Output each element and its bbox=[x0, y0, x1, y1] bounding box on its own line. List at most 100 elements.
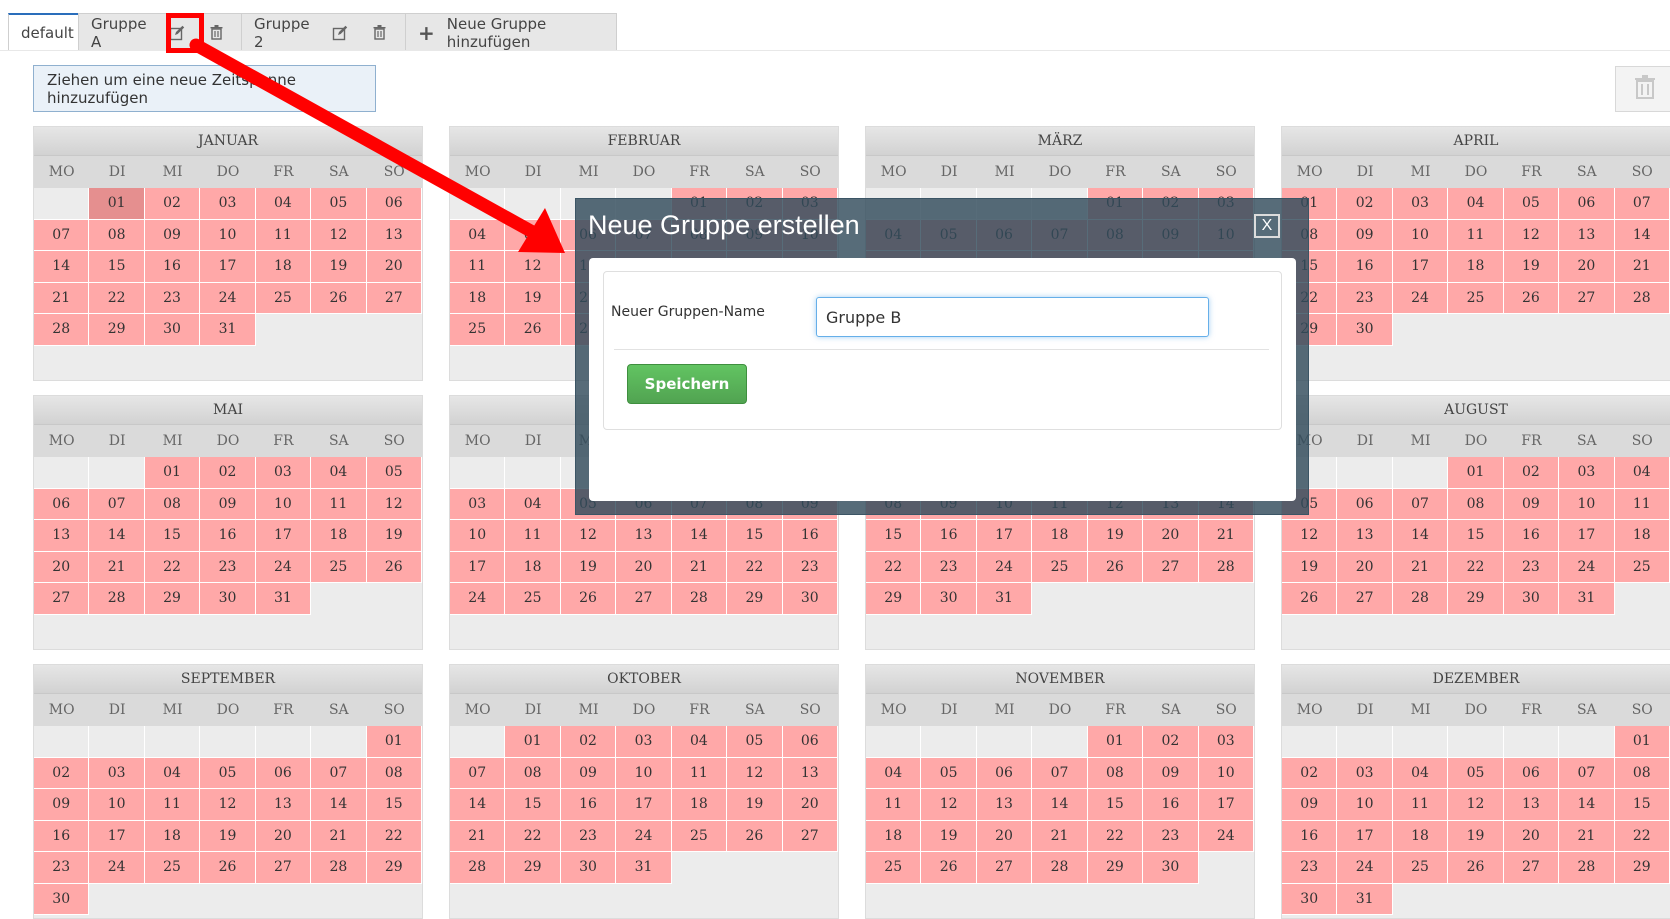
day-cell[interactable]: 15 bbox=[89, 251, 145, 283]
add-group-tab[interactable]: + Neue Gruppe hinzufügen bbox=[405, 13, 617, 51]
day-cell[interactable]: 11 bbox=[866, 789, 922, 821]
day-cell[interactable]: 20 bbox=[782, 789, 838, 821]
day-cell[interactable]: 04 bbox=[1614, 457, 1670, 489]
day-cell[interactable]: 03 bbox=[200, 188, 256, 220]
day-cell[interactable]: 08 bbox=[144, 488, 201, 520]
day-cell[interactable]: 15 bbox=[866, 520, 922, 552]
day-cell[interactable]: 15 bbox=[366, 789, 422, 821]
day-cell[interactable]: 18 bbox=[1448, 251, 1504, 283]
tab-gruppe-2[interactable]: Gruppe 2 bbox=[241, 13, 406, 51]
day-cell[interactable]: 23 bbox=[144, 282, 201, 314]
day-cell[interactable]: 20 bbox=[366, 251, 422, 283]
day-cell[interactable]: 28 bbox=[1198, 551, 1254, 583]
day-cell[interactable]: 22 bbox=[1448, 551, 1504, 583]
day-cell[interactable]: 25 bbox=[144, 852, 201, 884]
day-cell[interactable]: 22 bbox=[505, 820, 561, 852]
day-cell[interactable]: 19 bbox=[1448, 820, 1504, 852]
day-cell[interactable]: 29 bbox=[366, 852, 422, 884]
day-cell[interactable]: 25 bbox=[255, 282, 312, 314]
trash-icon[interactable] bbox=[367, 19, 393, 47]
day-cell[interactable]: 13 bbox=[255, 789, 312, 821]
day-cell[interactable]: 14 bbox=[89, 520, 145, 552]
day-cell[interactable]: 06 bbox=[1559, 188, 1615, 220]
day-cell[interactable]: 11 bbox=[311, 488, 367, 520]
day-cell[interactable]: 06 bbox=[976, 757, 1033, 789]
day-cell[interactable]: 19 bbox=[1087, 520, 1144, 552]
day-cell[interactable]: 28 bbox=[1392, 583, 1449, 615]
day-cell[interactable]: 11 bbox=[144, 789, 201, 821]
day-cell[interactable]: 04 bbox=[450, 219, 506, 251]
day-cell[interactable]: 10 bbox=[89, 789, 145, 821]
day-cell[interactable]: 25 bbox=[311, 551, 367, 583]
day-cell[interactable]: 15 bbox=[144, 520, 201, 552]
day-cell[interactable]: 26 bbox=[366, 551, 422, 583]
day-cell[interactable]: 08 bbox=[1448, 488, 1504, 520]
day-cell[interactable]: 24 bbox=[976, 551, 1033, 583]
day-cell[interactable]: 14 bbox=[1614, 219, 1670, 251]
day-cell[interactable]: 03 bbox=[450, 488, 506, 520]
day-cell[interactable]: 26 bbox=[1503, 282, 1560, 314]
day-cell[interactable]: 10 bbox=[1392, 219, 1449, 251]
day-cell[interactable]: 30 bbox=[560, 852, 617, 884]
day-cell[interactable]: 20 bbox=[1503, 820, 1560, 852]
day-cell[interactable]: 14 bbox=[34, 251, 90, 283]
day-cell[interactable]: 23 bbox=[34, 852, 90, 884]
day-cell[interactable]: 30 bbox=[200, 583, 256, 615]
day-cell[interactable]: 01 bbox=[366, 726, 422, 758]
day-cell[interactable]: 02 bbox=[1503, 457, 1560, 489]
day-cell[interactable]: 26 bbox=[921, 852, 977, 884]
day-cell[interactable]: 11 bbox=[255, 219, 312, 251]
day-cell[interactable]: 27 bbox=[616, 583, 672, 615]
day-cell[interactable]: 01 bbox=[89, 188, 145, 220]
day-cell[interactable]: 21 bbox=[311, 820, 367, 852]
day-cell[interactable]: 29 bbox=[144, 583, 201, 615]
day-cell[interactable]: 12 bbox=[1282, 520, 1338, 552]
day-cell[interactable]: 05 bbox=[921, 757, 977, 789]
day-cell[interactable]: 03 bbox=[1392, 188, 1449, 220]
day-cell[interactable]: 18 bbox=[311, 520, 367, 552]
day-cell[interactable]: 09 bbox=[560, 757, 617, 789]
day-cell[interactable]: 02 bbox=[1143, 726, 1199, 758]
day-cell[interactable]: 19 bbox=[200, 820, 256, 852]
day-cell[interactable]: 11 bbox=[671, 757, 728, 789]
day-cell[interactable]: 14 bbox=[671, 520, 728, 552]
day-cell[interactable]: 19 bbox=[1282, 551, 1338, 583]
day-cell[interactable]: 13 bbox=[34, 520, 90, 552]
day-cell[interactable]: 13 bbox=[976, 789, 1033, 821]
day-cell[interactable]: 27 bbox=[1143, 551, 1199, 583]
day-cell[interactable]: 12 bbox=[505, 251, 561, 283]
day-cell[interactable]: 16 bbox=[34, 820, 90, 852]
day-cell[interactable]: 04 bbox=[144, 757, 201, 789]
day-cell[interactable]: 04 bbox=[1448, 188, 1504, 220]
day-cell[interactable]: 13 bbox=[1503, 789, 1560, 821]
day-cell[interactable]: 18 bbox=[1392, 820, 1449, 852]
day-cell[interactable]: 19 bbox=[921, 820, 977, 852]
day-cell[interactable]: 29 bbox=[89, 314, 145, 346]
day-cell[interactable]: 25 bbox=[1032, 551, 1088, 583]
day-cell[interactable]: 08 bbox=[1614, 757, 1670, 789]
day-cell[interactable]: 06 bbox=[782, 726, 838, 758]
day-cell[interactable]: 22 bbox=[366, 820, 422, 852]
day-cell[interactable]: 18 bbox=[671, 789, 728, 821]
day-cell[interactable]: 12 bbox=[560, 520, 617, 552]
day-cell[interactable]: 14 bbox=[1559, 789, 1615, 821]
day-cell[interactable]: 22 bbox=[866, 551, 922, 583]
day-cell[interactable]: 27 bbox=[1503, 852, 1560, 884]
day-cell[interactable]: 17 bbox=[1392, 251, 1449, 283]
day-cell[interactable]: 07 bbox=[89, 488, 145, 520]
day-cell[interactable]: 02 bbox=[1337, 188, 1393, 220]
day-cell[interactable]: 23 bbox=[560, 820, 617, 852]
day-cell[interactable]: 15 bbox=[505, 789, 561, 821]
day-cell[interactable]: 04 bbox=[1392, 757, 1449, 789]
day-cell[interactable]: 29 bbox=[1448, 583, 1504, 615]
day-cell[interactable]: 19 bbox=[505, 282, 561, 314]
day-cell[interactable]: 19 bbox=[1503, 251, 1560, 283]
day-cell[interactable]: 05 bbox=[1503, 188, 1560, 220]
day-cell[interactable]: 16 bbox=[560, 789, 617, 821]
day-cell[interactable]: 15 bbox=[1614, 789, 1670, 821]
day-cell[interactable]: 26 bbox=[1448, 852, 1504, 884]
day-cell[interactable]: 13 bbox=[366, 219, 422, 251]
day-cell[interactable]: 17 bbox=[450, 551, 506, 583]
day-cell[interactable]: 25 bbox=[1392, 852, 1449, 884]
day-cell[interactable]: 23 bbox=[1282, 852, 1338, 884]
